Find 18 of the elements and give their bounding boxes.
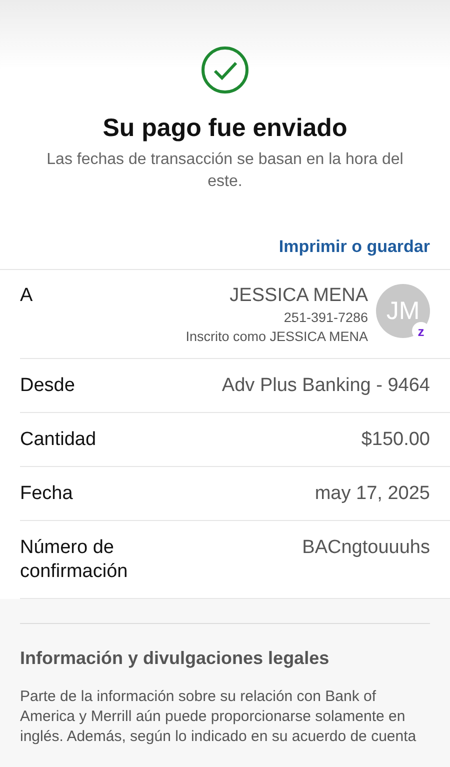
- subtitle: Las fechas de transacción se basan en la hora del este.: [46, 150, 404, 192]
- legal-text: Parte de la información sobre su relación con Bank of America y Merrill aún puede proporcionarse solamente en inglés. Además, según lo indicado en su acuerdo de cuenta: [20, 687, 418, 747]
- enrolled-name: Inscrito como JESSICA MENA: [186, 328, 368, 346]
- recipient-name: JESSICA MENA: [230, 284, 368, 308]
- print-link[interactable]: Imprimir o guardar: [278, 237, 430, 257]
- row-value: BACngtouuuhs: [302, 536, 430, 560]
- page-title: Su pago fue enviado: [102, 114, 348, 143]
- row-label: Cantidad: [20, 428, 96, 452]
- row-label: A: [20, 284, 33, 308]
- legal-title: Información y divulgaciones legales: [20, 648, 330, 669]
- row-value: $150.00: [361, 428, 430, 452]
- row-label: Número de confirmación: [20, 536, 129, 584]
- row-value: Adv Plus Banking - 9464: [222, 374, 430, 398]
- checkmark-icon: [201, 46, 249, 94]
- row-label: Fecha: [20, 482, 73, 506]
- recipient-phone: 251-391-7286: [284, 309, 368, 327]
- row-label: Desde: [20, 374, 75, 398]
- row-value: may 17, 2025: [314, 482, 430, 506]
